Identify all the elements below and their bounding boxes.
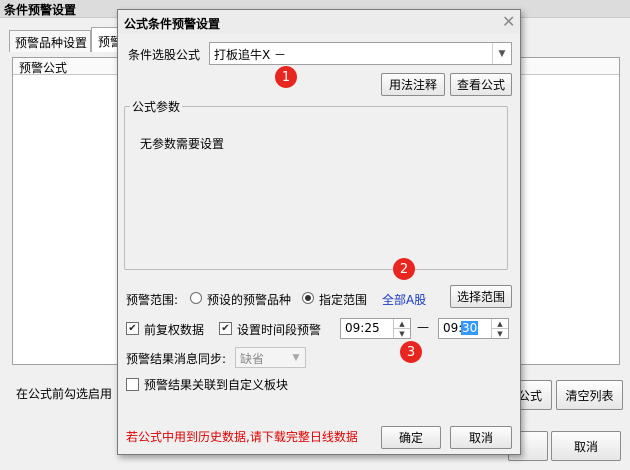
formula-alert-dialog: 公式条件预警设置 ✕ 条件选股公式 打板追牛X － ▼ 用法注释 查看公式 公式… xyxy=(117,9,521,455)
sync-select: 缺省 ▼ xyxy=(235,347,306,368)
radio-preset-varieties[interactable] xyxy=(190,292,202,304)
close-icon[interactable]: ✕ xyxy=(502,12,515,31)
radio-preset-varieties-label: 预设的预警品种 xyxy=(207,293,292,307)
time-start-value: 09:25 xyxy=(345,321,380,335)
time-segment-checkbox[interactable]: ✔ xyxy=(219,322,232,335)
tab-variety-settings[interactable]: 预警品种设置 xyxy=(9,30,91,52)
radio-specified-range-label: 指定范围 xyxy=(319,293,368,307)
annotation-badge-2: 2 xyxy=(393,258,415,280)
outer-title: 条件预警设置 xyxy=(4,3,77,17)
prior-adjust-label: 前复权数据 xyxy=(144,323,205,337)
clear-list-button[interactable]: 清空列表 xyxy=(556,380,623,410)
time-end-spin-up[interactable]: ▲ xyxy=(491,319,508,328)
view-formula-button[interactable]: 查看公式 xyxy=(450,73,512,96)
history-data-warning: 若公式中用到历史数据,请下载完整日线数据 xyxy=(126,430,358,444)
usage-notes-button[interactable]: 用法注释 xyxy=(381,73,445,96)
sync-label: 预警结果消息同步: xyxy=(126,352,227,366)
outer-cancel-button[interactable]: 取消 xyxy=(551,431,621,461)
outer-hint: 在公式前勾选启用 xyxy=(16,387,113,401)
time-end-minute-selected: 30 xyxy=(461,321,479,335)
formula-select[interactable]: 打板追牛X － ▼ xyxy=(209,42,512,65)
time-end-hour: 09: xyxy=(443,321,463,335)
formula-select-value: 打板追牛X － xyxy=(214,48,287,62)
params-message: 无参数需要设置 xyxy=(140,137,225,151)
range-value[interactable]: 全部A股 xyxy=(382,291,426,308)
time-start-spin-up[interactable]: ▲ xyxy=(393,319,410,328)
prior-adjust-checkbox[interactable]: ✔ xyxy=(126,322,139,335)
sync-chevron-down-icon: ▼ xyxy=(292,352,300,363)
formula-list-header-label: 预警公式 xyxy=(19,61,68,75)
time-start-input[interactable]: 09:25 ▲ ▼ xyxy=(340,318,411,339)
annotation-badge-3: 3 xyxy=(400,341,422,363)
link-block-checkbox[interactable] xyxy=(126,378,139,391)
range-label: 预警范围: xyxy=(126,293,179,307)
sync-select-value: 缺省 xyxy=(240,352,265,366)
radio-specified-range[interactable] xyxy=(302,292,314,304)
select-range-button[interactable]: 选择范围 xyxy=(450,285,512,308)
tab-variety-settings-label: 预警品种设置 xyxy=(15,36,88,50)
params-group xyxy=(124,106,508,270)
time-start-spin-down[interactable]: ▼ xyxy=(393,328,410,338)
dialog-title-bar: 公式条件预警设置 ✕ xyxy=(118,10,520,34)
time-separator: — xyxy=(417,320,429,334)
cancel-button[interactable]: 取消 xyxy=(450,426,512,449)
ok-button[interactable]: 确定 xyxy=(381,426,441,449)
chevron-down-icon[interactable]: ▼ xyxy=(492,43,511,64)
annotation-badge-1: 1 xyxy=(275,66,297,88)
link-block-label: 预警结果关联到自定义板块 xyxy=(144,378,289,392)
time-end-spin-down[interactable]: ▼ xyxy=(491,328,508,338)
dialog-title: 公式条件预警设置 xyxy=(124,17,221,31)
time-end-input[interactable]: 09: 30 ▲ ▼ xyxy=(438,318,509,339)
time-segment-label: 设置时间段预警 xyxy=(237,323,322,337)
formula-label: 条件选股公式 xyxy=(128,48,201,62)
params-group-title: 公式参数 xyxy=(130,98,183,115)
